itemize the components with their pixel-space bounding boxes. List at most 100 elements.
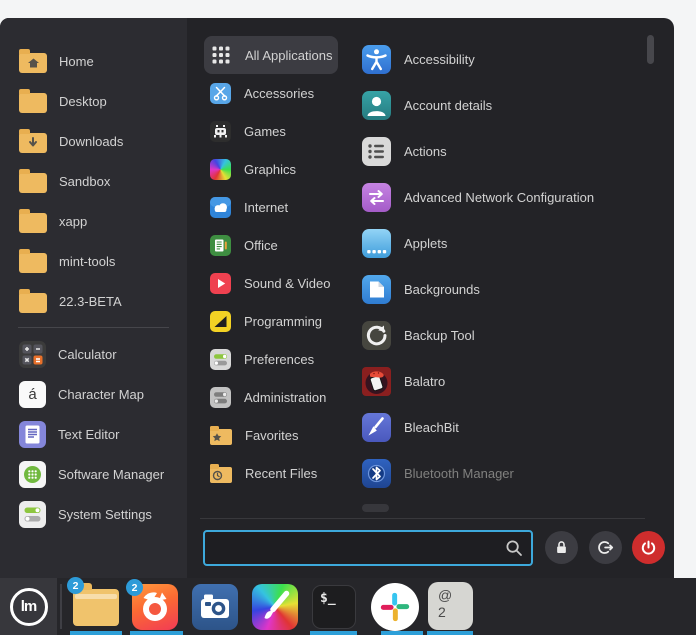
- at-icon: @ 2: [428, 582, 473, 630]
- sidebar-item-label: Sandbox: [59, 174, 110, 189]
- sidebar-item-label: Software Manager: [58, 467, 164, 482]
- taskbar-item-paint[interactable]: [252, 584, 298, 630]
- category-programming[interactable]: Programming: [204, 302, 338, 340]
- lock-icon: [552, 538, 571, 557]
- balatro-card-icon: [362, 367, 391, 396]
- sidebar-item-desktop[interactable]: Desktop: [0, 81, 187, 121]
- taskbar-item-slack[interactable]: [371, 583, 419, 631]
- app-applets[interactable]: Applets: [350, 220, 650, 266]
- window-count-badge: 2: [67, 577, 84, 594]
- app-label: Applets: [404, 236, 447, 251]
- sidebar-item-sandbox[interactable]: Sandbox: [0, 161, 187, 201]
- desktop: Home Desktop Downloads Sandbox: [0, 0, 696, 635]
- lock-button[interactable]: [545, 531, 578, 564]
- folder-icon: [19, 93, 47, 113]
- app-actions[interactable]: Actions: [350, 128, 650, 174]
- active-window-indicator: [70, 631, 122, 635]
- search-separator: [200, 518, 645, 519]
- category-graphics[interactable]: Graphics: [204, 150, 338, 188]
- app-label: Bluetooth Manager: [404, 466, 514, 481]
- power-button[interactable]: [632, 531, 665, 564]
- category-label: Recent Files: [245, 466, 317, 481]
- toggles-gray-icon: [210, 387, 231, 408]
- folder-icon: [19, 173, 47, 193]
- applets-icon: [362, 229, 391, 258]
- sidebar-item-software-manager[interactable]: Software Manager: [0, 454, 187, 494]
- scrollbar-thumb[interactable]: [647, 35, 654, 64]
- category-label: Graphics: [244, 162, 296, 177]
- rainbow-icon: [210, 159, 231, 180]
- app-backgrounds[interactable]: Backgrounds: [350, 266, 650, 312]
- menu-button[interactable]: lm: [0, 578, 57, 635]
- app-label: BleachBit: [404, 420, 459, 435]
- folder-icon: [73, 589, 119, 626]
- app-account-details[interactable]: Account details: [350, 82, 650, 128]
- sidebar-item-xapp[interactable]: xapp: [0, 201, 187, 241]
- user-icon: [362, 91, 391, 120]
- taskbar-item-files[interactable]: 2: [73, 582, 119, 628]
- taskbar-item-screenshot[interactable]: [192, 584, 238, 630]
- cloud-icon: [210, 197, 231, 218]
- app-accessibility[interactable]: Accessibility: [350, 36, 650, 82]
- bluetooth-icon: [362, 459, 391, 488]
- app-label: Account details: [404, 98, 492, 113]
- taskbar-item-at-window[interactable]: @ 2: [428, 582, 473, 630]
- category-preferences[interactable]: Preferences: [204, 340, 338, 378]
- downloads-folder-icon: [19, 133, 47, 153]
- partial-app-row: [362, 504, 389, 512]
- sidebar-item-calculator[interactable]: Calculator: [0, 334, 187, 374]
- sidebar-item-text-editor[interactable]: Text Editor: [0, 414, 187, 454]
- category-recent-files[interactable]: Recent Files: [204, 454, 338, 492]
- category-label: Administration: [244, 390, 326, 405]
- category-accessories[interactable]: Accessories: [204, 74, 338, 112]
- taskbar-item-firefox[interactable]: 2: [132, 584, 178, 630]
- category-sound-video[interactable]: Sound & Video: [204, 264, 338, 302]
- app-backup-tool[interactable]: Backup Tool: [350, 312, 650, 358]
- app-balatro[interactable]: Balatro: [350, 358, 650, 404]
- category-label: Favorites: [245, 428, 298, 443]
- app-bluetooth-manager[interactable]: Bluetooth Manager: [350, 450, 650, 496]
- category-all-applications[interactable]: All Applications: [204, 36, 338, 74]
- category-favorites[interactable]: Favorites: [204, 416, 338, 454]
- category-label: Sound & Video: [244, 276, 331, 291]
- sidebar-item-label: mint-tools: [59, 254, 115, 269]
- app-bleachbit[interactable]: BleachBit: [350, 404, 650, 450]
- sidebar-item-label: Desktop: [59, 94, 107, 109]
- category-internet[interactable]: Internet: [204, 188, 338, 226]
- active-window-indicator: [310, 631, 357, 635]
- app-label: Backup Tool: [404, 328, 475, 343]
- sidebar-item-downloads[interactable]: Downloads: [0, 121, 187, 161]
- arrows-swap-icon: [362, 183, 391, 212]
- sidebar-item-system-settings[interactable]: System Settings: [0, 494, 187, 534]
- category-label: Games: [244, 124, 286, 139]
- terminal-icon: $_: [312, 585, 356, 629]
- document-icon: [210, 235, 231, 256]
- sidebar-item-label: System Settings: [58, 507, 152, 522]
- setsquare-icon: [210, 311, 231, 332]
- category-games[interactable]: Games: [204, 112, 338, 150]
- sidebar-item-label: Downloads: [59, 134, 123, 149]
- app-advanced-network-configuration[interactable]: Advanced Network Configuration: [350, 174, 650, 220]
- sidebar-item-label: Text Editor: [58, 427, 119, 442]
- paint-brush-icon: [252, 584, 298, 630]
- taskbar-separator: [60, 584, 62, 629]
- power-icon: [639, 538, 658, 557]
- window-count-badge: 2: [126, 579, 143, 596]
- logout-button[interactable]: [589, 531, 622, 564]
- taskbar-item-terminal[interactable]: $_: [312, 585, 356, 629]
- sidebar-item-home[interactable]: Home: [0, 41, 187, 81]
- sidebar-item-223-beta[interactable]: 22.3-BETA: [0, 281, 187, 321]
- category-label: Office: [244, 238, 278, 253]
- category-administration[interactable]: Administration: [204, 378, 338, 416]
- mint-menu-panel: Home Desktop Downloads Sandbox: [0, 18, 674, 578]
- search-input[interactable]: [203, 530, 533, 566]
- active-window-indicator: [427, 631, 473, 635]
- category-office[interactable]: Office: [204, 226, 338, 264]
- mint-logo-icon: lm: [10, 588, 48, 626]
- calculator-icon: [19, 341, 46, 368]
- sidebar-item-character-map[interactable]: á Character Map: [0, 374, 187, 414]
- active-window-indicator: [381, 631, 423, 635]
- folder-icon: [19, 253, 47, 273]
- sidebar-item-mint-tools[interactable]: mint-tools: [0, 241, 187, 281]
- circular-arrow-icon: [362, 321, 391, 350]
